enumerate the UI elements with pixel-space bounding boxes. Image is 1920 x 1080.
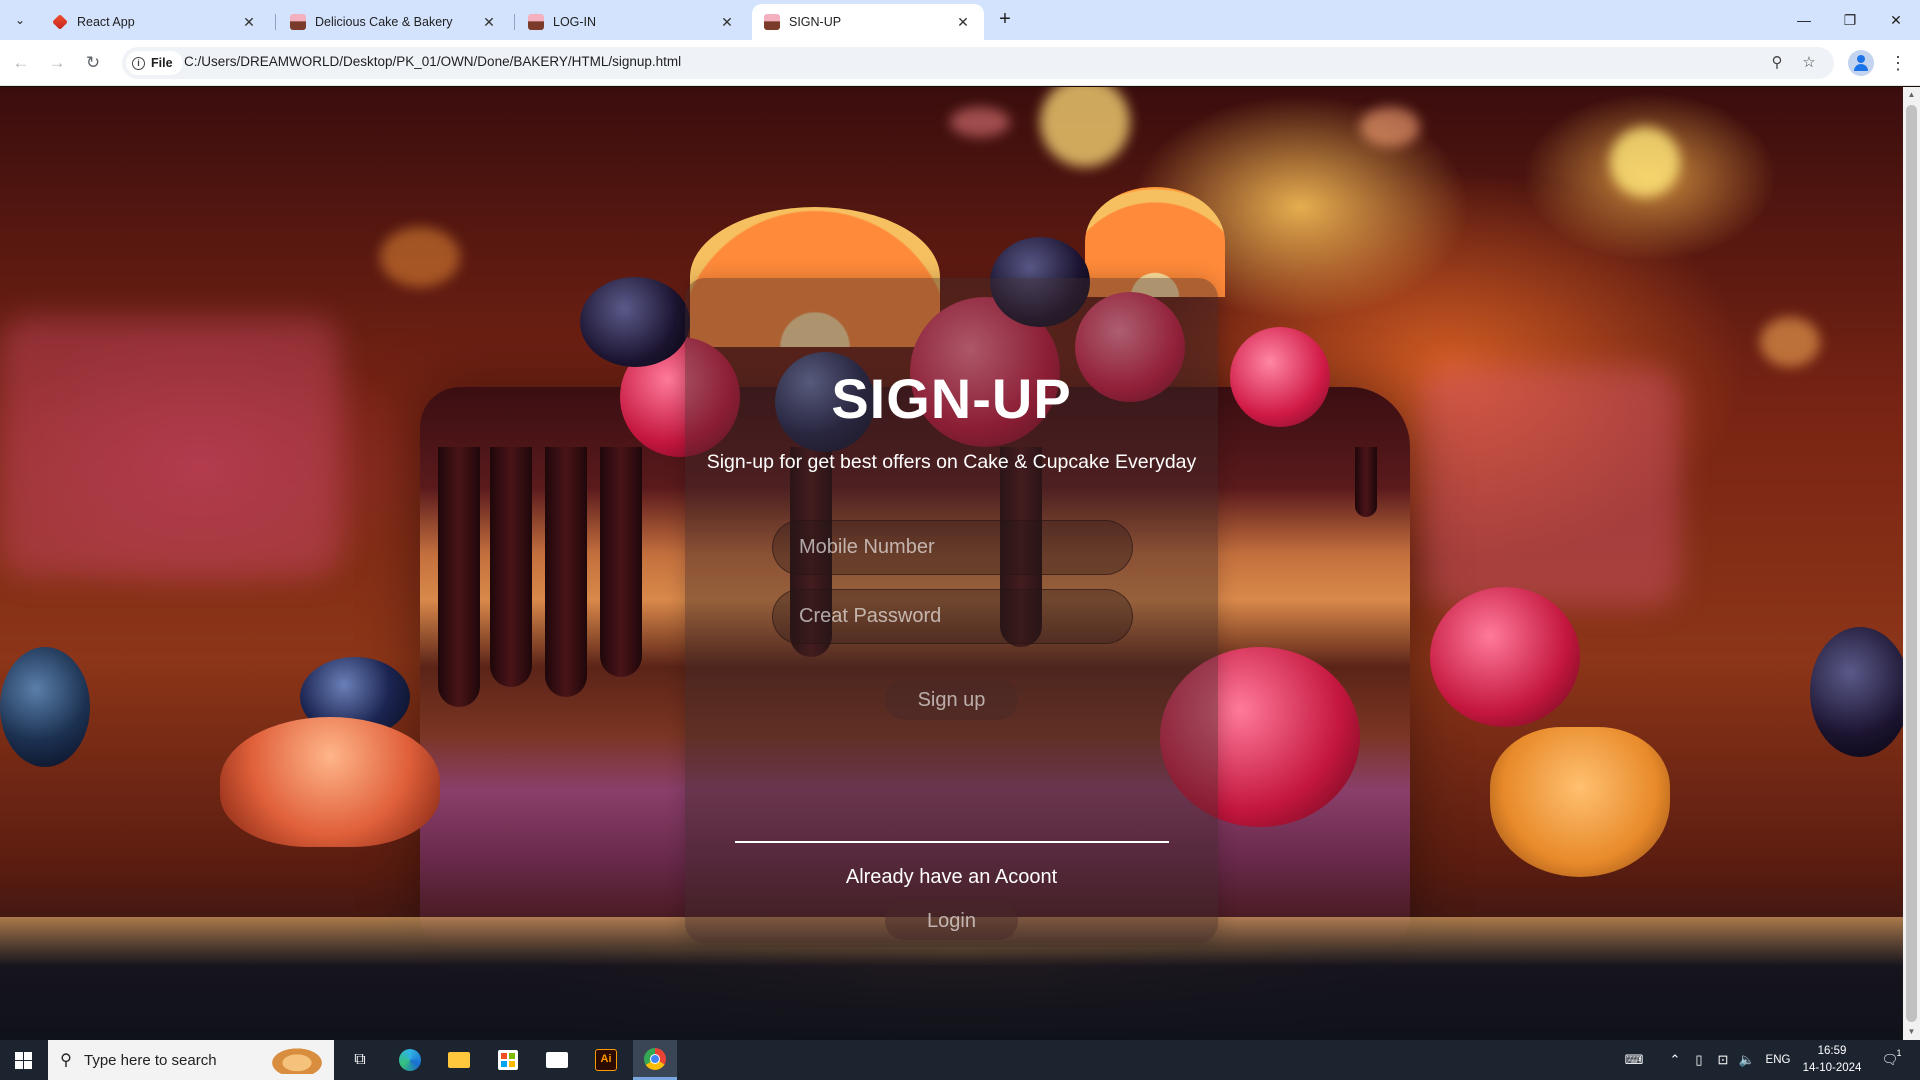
bokeh-light (1040, 87, 1130, 167)
clock-date: 14-10-2024 (1802, 1062, 1862, 1074)
taskbar-search-placeholder: Type here to search (84, 1051, 217, 1069)
bokeh-light (950, 107, 1010, 137)
chocolate-drip (438, 447, 480, 707)
keyboard-icon[interactable]: ⌨ (1620, 1040, 1648, 1080)
tab-title: React App (77, 15, 135, 29)
mobile-number-field (772, 520, 1133, 575)
search-icon: ⚲ (60, 1052, 72, 1069)
file-explorer-icon[interactable] (437, 1040, 481, 1080)
raspberry (1230, 327, 1330, 427)
already-have-account-text: Already have an Acoont (845, 866, 1058, 888)
chocolate-drip (545, 447, 587, 697)
task-view-icon[interactable]: ⧉ (338, 1040, 382, 1080)
close-tab-icon[interactable]: ✕ (240, 13, 258, 31)
bokeh-light (1760, 317, 1820, 367)
blackberry (1810, 627, 1903, 757)
password-field (772, 589, 1133, 644)
bookmark-star-icon[interactable]: ☆ (1797, 51, 1821, 75)
blackberry (580, 277, 690, 367)
adobe-illustrator-icon[interactable]: Ai (584, 1040, 628, 1080)
restore-window-button[interactable]: ❐ (1830, 6, 1870, 34)
tab-search-button[interactable]: ⌄ (6, 8, 34, 32)
mail-icon[interactable] (535, 1040, 579, 1080)
scroll-down-arrow-icon[interactable]: ▼ (1903, 1024, 1920, 1040)
chocolate-drip (490, 447, 532, 687)
bokeh-light (1610, 127, 1680, 197)
chocolate-drip (1355, 447, 1377, 517)
close-tab-icon[interactable]: ✕ (480, 13, 498, 31)
minimize-window-button[interactable]: — (1784, 6, 1824, 34)
windows-start-icon[interactable] (0, 1040, 46, 1080)
bokeh-light (1360, 107, 1420, 147)
zoom-icon[interactable]: ⚲ (1765, 51, 1789, 75)
browser-menu-icon[interactable]: ⋮ (1886, 50, 1910, 76)
taskbar-search-box[interactable]: ⚲ Type here to search (48, 1040, 334, 1080)
site-info-chip[interactable]: i File (126, 51, 183, 75)
raspberry (1430, 587, 1580, 727)
profile-head (1857, 55, 1865, 63)
scrollbar-thumb[interactable] (1906, 105, 1917, 1022)
notification-count-badge: 1 (1896, 1048, 1902, 1058)
address-bar[interactable]: i File C:/Users/DREAMWORLD/Desktop/PK_01… (122, 47, 1834, 79)
new-tab-button[interactable]: + (991, 8, 1019, 32)
chrome-icon[interactable] (633, 1040, 677, 1080)
forward-button[interactable]: → (44, 50, 70, 76)
apricot-slice (1490, 727, 1670, 877)
reload-button[interactable]: ↻ (80, 50, 106, 76)
cake-favicon-icon (290, 14, 306, 30)
signup-subtitle: Sign-up for get best offers on Cake & Cu… (706, 451, 1197, 473)
tab-title: Delicious Cake & Bakery (315, 15, 453, 29)
tab-log-in[interactable]: LOG-IN ✕ (516, 4, 748, 40)
network-icon[interactable]: ⊡ (1712, 1040, 1734, 1080)
tab-separator (275, 14, 276, 30)
tab-separator (514, 14, 515, 30)
volume-icon[interactable]: 🔈 (1736, 1040, 1758, 1080)
tab-delicious-cake-bakery[interactable]: Delicious Cake & Bakery ✕ (278, 4, 510, 40)
chocolate-drip (600, 447, 642, 677)
system-clock[interactable]: 16:59 14-10-2024 (1796, 1043, 1868, 1077)
windows-taskbar: ⚲ Type here to search ⧉ Ai ⌨ ⌃ ▯ ⊡ 🔈 ENG… (0, 1040, 1920, 1080)
clock-time: 16:59 (1817, 1045, 1847, 1057)
blueberry (0, 647, 90, 767)
battery-icon[interactable]: ▯ (1688, 1040, 1710, 1080)
tab-react-app[interactable]: React App ✕ (40, 4, 270, 40)
background-cake-left (0, 317, 340, 577)
create-password-input[interactable] (773, 590, 1132, 643)
edge-browser-icon[interactable] (388, 1040, 432, 1080)
page-background: SIGN-UP Sign-up for get best offers on C… (0, 87, 1903, 1040)
apricot-slice (220, 717, 440, 847)
show-hidden-icons-chevron-icon[interactable]: ⌃ (1664, 1040, 1686, 1080)
microsoft-store-icon[interactable] (486, 1040, 530, 1080)
browser-toolbar: ← → ↻ i File C:/Users/DREAMWORLD/Desktop… (0, 40, 1920, 86)
tab-title: SIGN-UP (789, 15, 842, 29)
close-window-button[interactable]: ✕ (1876, 6, 1916, 34)
scroll-up-arrow-icon[interactable]: ▲ (1903, 87, 1920, 103)
browser-tab-strip: ⌄ React App ✕ Delicious Cake & Bakery ✕ … (0, 0, 1920, 40)
language-indicator[interactable]: ENG (1762, 1040, 1794, 1080)
signup-heading: SIGN-UP (831, 367, 1072, 430)
close-tab-icon[interactable]: ✕ (718, 13, 736, 31)
signup-form-card: SIGN-UP Sign-up for get best offers on C… (685, 278, 1218, 943)
profile-body (1854, 64, 1868, 71)
react-app-favicon-icon (52, 14, 68, 30)
tab-sign-up[interactable]: SIGN-UP ✕ (752, 4, 984, 40)
info-icon: i (132, 56, 145, 70)
form-divider (735, 841, 1169, 843)
mobile-number-input[interactable] (773, 521, 1132, 574)
profile-avatar-icon[interactable] (1848, 50, 1874, 76)
login-button[interactable]: Login (885, 902, 1018, 940)
signup-button[interactable]: Sign up (885, 680, 1018, 720)
bokeh-light (380, 227, 460, 287)
search-highlight-image (268, 1046, 326, 1074)
tab-title: LOG-IN (553, 15, 597, 29)
close-tab-icon[interactable]: ✕ (954, 13, 972, 31)
page-scrollbar[interactable]: ▲ ▼ (1903, 87, 1920, 1040)
url-text[interactable]: C:/Users/DREAMWORLD/Desktop/PK_01/OWN/Do… (184, 54, 681, 69)
url-scheme-label: File (151, 56, 173, 70)
cake-favicon-icon (528, 14, 544, 30)
background-cake-right (1420, 367, 1680, 607)
cake-favicon-icon (764, 14, 780, 30)
back-button[interactable]: ← (8, 50, 34, 76)
